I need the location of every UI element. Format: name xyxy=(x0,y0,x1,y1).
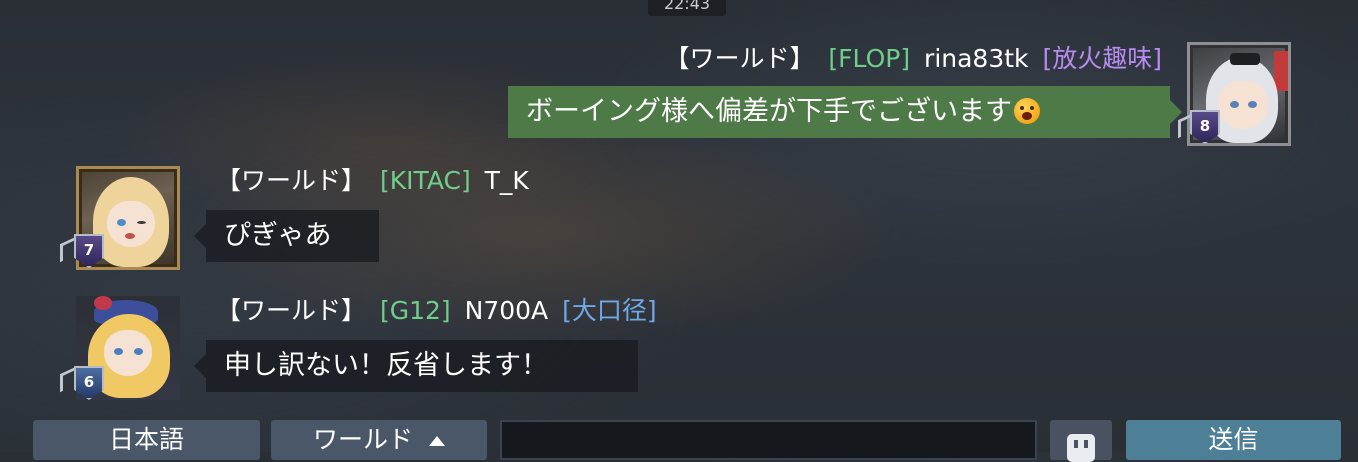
emoji-button[interactable] xyxy=(1050,420,1112,462)
time-display: 22:43 xyxy=(648,0,726,16)
face xyxy=(104,330,152,376)
player-title: [放火趣味] xyxy=(1042,44,1162,73)
channel-select-label: ワールド xyxy=(313,425,414,454)
shocked-face-emoji-icon xyxy=(1014,97,1040,124)
language-button[interactable]: 日本語 xyxy=(33,420,260,460)
clan-tag[interactable]: [KITAC] xyxy=(380,166,471,195)
message-bubble[interactable]: 申し訳ない！反省します！ xyxy=(206,340,638,392)
bubble-tail xyxy=(194,224,206,248)
message-header: 【ワールド】 [KITAC] T_K xyxy=(216,166,541,196)
ribbon xyxy=(94,296,112,310)
mouth xyxy=(125,233,135,239)
username[interactable]: T_K xyxy=(485,166,529,195)
face xyxy=(107,201,155,247)
send-button[interactable]: 送信 xyxy=(1126,420,1341,460)
eye xyxy=(134,348,143,355)
bubble-tail xyxy=(194,354,206,378)
chevron-up-icon xyxy=(428,436,445,446)
player-title: [大口径] xyxy=(562,296,657,325)
eye-wink xyxy=(137,221,146,224)
clan-tag[interactable]: [G12] xyxy=(380,296,451,325)
eye xyxy=(114,348,123,355)
flag-decoration xyxy=(1274,51,1288,91)
message-bubble[interactable]: ぴぎゃあ xyxy=(206,210,379,262)
username[interactable]: rina83tk xyxy=(924,44,1028,73)
emoji-icon xyxy=(1067,434,1095,462)
channel-tag: 【ワールド】 xyxy=(216,166,367,195)
chat-input[interactable] xyxy=(500,420,1037,460)
face xyxy=(1218,81,1268,129)
message-text: ぴぎゃあ xyxy=(224,220,332,251)
message-text: ボーイング様へ偏差が下手でございます xyxy=(526,96,1012,127)
clan-tag[interactable]: [FLOP] xyxy=(828,44,910,73)
message-text: 申し訳ない！反省します！ xyxy=(224,350,548,381)
eye xyxy=(1248,101,1257,108)
channel-tag: 【ワールド】 xyxy=(216,296,367,325)
message-bubble[interactable]: ボーイング様へ偏差が下手でございます xyxy=(508,86,1170,138)
hair-accessory xyxy=(1230,53,1260,65)
eye xyxy=(1230,101,1239,108)
message-header: 【ワールド】 [FLOP] rina83tk [放火趣味] xyxy=(664,44,1162,74)
channel-tag: 【ワールド】 xyxy=(664,44,815,73)
eye xyxy=(117,219,126,226)
channel-select[interactable]: ワールド xyxy=(271,420,487,460)
message-header: 【ワールド】 [G12] N700A [大口径] xyxy=(216,296,663,326)
username[interactable]: N700A xyxy=(465,296,549,325)
